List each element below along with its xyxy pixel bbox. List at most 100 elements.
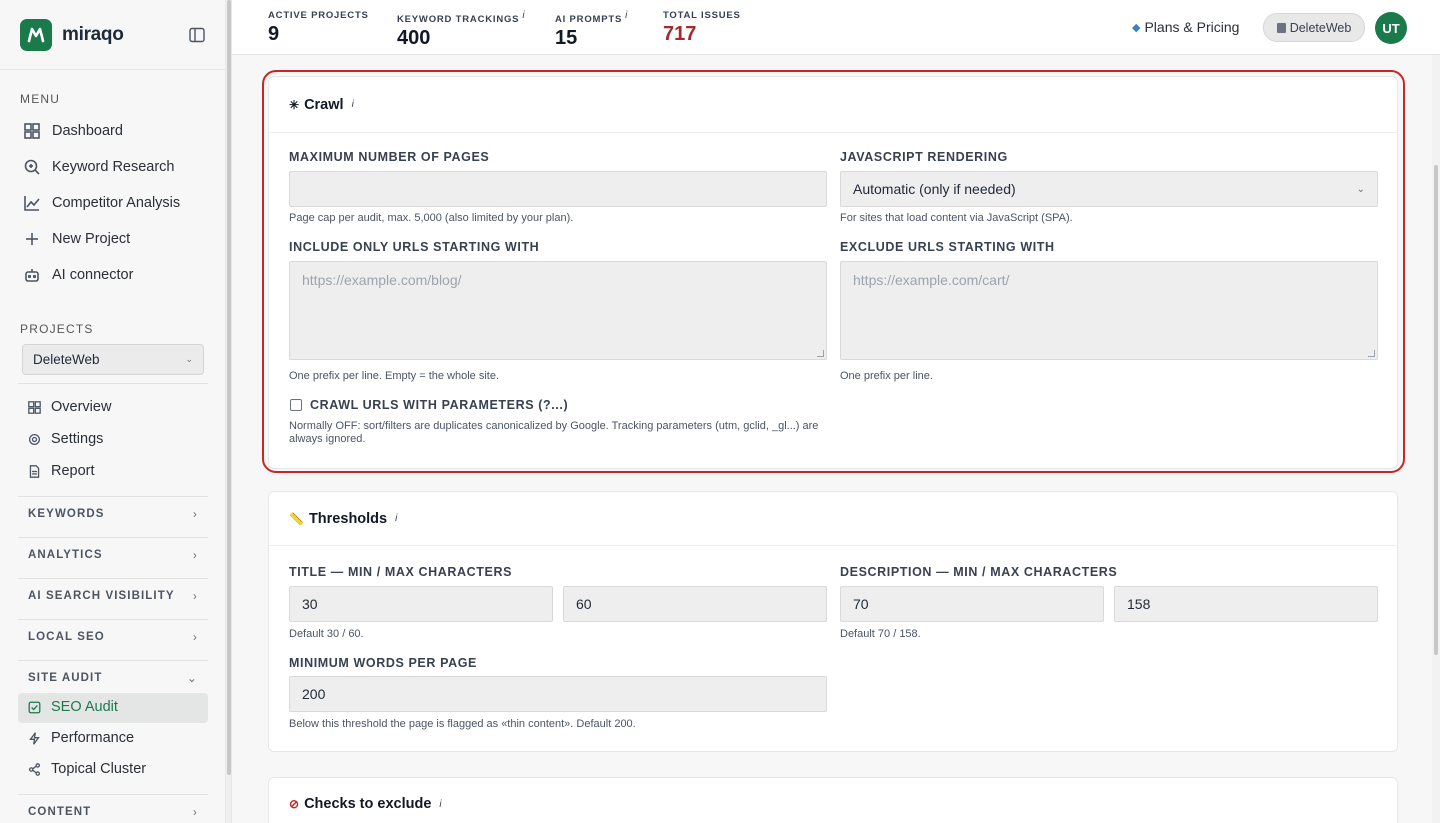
sidebar-scrollbar[interactable] [226, 0, 232, 823]
description-length-help: Default 70 / 158. [840, 628, 921, 640]
nav-label: Dashboard [52, 123, 123, 139]
sidebar-item-label: Overview [51, 399, 112, 415]
nav-label: Keyword Research [52, 159, 175, 175]
chevron-right-icon: › [192, 548, 198, 562]
stat-label: AI PROMPTS [555, 14, 623, 26]
group-keywords[interactable]: KEYWORDS › [28, 507, 198, 521]
card-title: Checks to exclude [304, 796, 432, 812]
exclude-urls-textarea[interactable]: https://example.com/cart/ [840, 261, 1378, 360]
menu-label: MENU [20, 92, 61, 106]
project-select[interactable]: DeleteWeb ⌄ [22, 344, 204, 375]
divider [18, 383, 208, 384]
max-pages-input[interactable] [289, 171, 827, 207]
nav-competitor-analysis[interactable]: Competitor Analysis [24, 191, 180, 215]
project-select-value: DeleteWeb [33, 352, 100, 367]
brand: miraqo [0, 0, 225, 70]
plans-label: Plans & Pricing [1144, 19, 1240, 35]
stat-active-projects: ACTIVE PROJECTS 9 [268, 10, 369, 46]
divider [18, 794, 208, 795]
topbar: ACTIVE PROJECTS 9 KEYWORD TRACKINGS i 400… [232, 0, 1440, 55]
sidebar-item-overview[interactable]: Overview [28, 399, 111, 415]
chevron-down-icon: ⌄ [185, 354, 193, 364]
divider [18, 537, 208, 538]
stat-label: TOTAL ISSUES [663, 10, 741, 21]
info-icon[interactable]: i [395, 513, 397, 524]
info-icon[interactable]: i [439, 799, 441, 810]
check-square-icon [28, 701, 41, 713]
max-pages-label: MAXIMUM NUMBER OF PAGES [289, 150, 490, 164]
ruler-icon: 📏 [289, 511, 304, 526]
group-site-audit[interactable]: SITE AUDIT ⌄ [28, 671, 198, 685]
workspace-button[interactable]: DeleteWeb [1263, 13, 1365, 42]
crawl-params-label[interactable]: CRAWL URLS WITH PARAMETERS (?...) [310, 398, 568, 412]
nav-ai-connector[interactable]: AI connector [24, 263, 133, 287]
stat-value: 717 [663, 23, 697, 45]
nav-dashboard[interactable]: Dashboard [24, 119, 123, 143]
group-label: SITE AUDIT [28, 672, 103, 684]
group-analytics[interactable]: ANALYTICS › [28, 548, 198, 562]
chevron-right-icon: › [192, 589, 198, 603]
group-content[interactable]: CONTENT › [28, 805, 198, 819]
sidebar-item-performance[interactable]: Performance [28, 730, 134, 746]
min-words-input[interactable]: 200 [289, 676, 827, 712]
include-urls-help: One prefix per line. Empty = the whole s… [289, 370, 500, 382]
sidebar: miraqo MENU Dashboard Keyword Research C… [0, 0, 226, 823]
js-rendering-label: JAVASCRIPT RENDERING [840, 150, 1008, 164]
stat-total-issues: TOTAL ISSUES 717 [663, 10, 741, 46]
sidebar-item-seo-audit[interactable]: SEO Audit [28, 699, 118, 715]
crawl-params-help: Normally OFF: sort/filters are duplicate… [289, 420, 819, 445]
bolt-icon [29, 731, 40, 745]
group-label: AI SEARCH VISIBILITY [28, 590, 175, 602]
chevron-right-icon: › [192, 630, 198, 644]
group-label: CONTENT [28, 806, 92, 818]
group-label: ANALYTICS [28, 549, 103, 561]
group-local-seo[interactable]: LOCAL SEO › [28, 630, 198, 644]
chevron-right-icon: › [192, 805, 198, 819]
description-max-input[interactable]: 158 [1114, 586, 1378, 622]
sidebar-item-label: Topical Cluster [51, 761, 147, 777]
sidebar-item-label: SEO Audit [51, 699, 118, 715]
group-label: KEYWORDS [28, 508, 105, 520]
scrollbar-thumb[interactable] [227, 0, 231, 775]
divider [18, 619, 208, 620]
description-length-label: DESCRIPTION — MIN / MAX CHARACTERS [840, 565, 1118, 579]
crawl-params-checkbox[interactable] [290, 399, 302, 411]
sidebar-item-settings[interactable]: Settings [28, 431, 103, 447]
nav-keyword-research[interactable]: Keyword Research [24, 155, 175, 179]
stat-value: 400 [397, 27, 431, 50]
main-scrollbar[interactable] [1432, 55, 1440, 823]
sidebar-item-topical-cluster[interactable]: Topical Cluster [28, 761, 146, 777]
prohibited-icon: ⊘ [289, 797, 300, 811]
search-icon [24, 159, 40, 175]
title-max-input[interactable]: 60 [563, 586, 827, 622]
nav-new-project[interactable]: New Project [24, 227, 130, 251]
title-min-input[interactable]: 30 [289, 586, 553, 622]
chevron-right-icon: › [192, 507, 198, 521]
stat-ai-prompts: AI PROMPTS i 15 [555, 10, 628, 50]
stat-value: 15 [555, 27, 578, 50]
sidebar-item-report[interactable]: Report [28, 463, 95, 479]
include-urls-label: INCLUDE ONLY URLS STARTING WITH [289, 240, 540, 254]
workspace-label: DeleteWeb [1289, 20, 1352, 35]
scrollbar-thumb[interactable] [1434, 165, 1438, 655]
nav-label: AI connector [52, 267, 134, 283]
stat-value: 9 [268, 23, 280, 45]
logo-icon[interactable] [20, 18, 52, 51]
js-rendering-value: Automatic (only if needed) [853, 181, 1016, 197]
js-rendering-select[interactable]: Automatic (only if needed) ⌄ [840, 171, 1378, 207]
include-urls-textarea[interactable]: https://example.com/blog/ [289, 261, 827, 360]
grid-icon [28, 400, 41, 414]
grid-icon [24, 123, 40, 139]
sidebar-item-label: Settings [51, 431, 104, 447]
description-min-input[interactable]: 70 [840, 586, 1104, 622]
stat-label: ACTIVE PROJECTS [268, 10, 369, 21]
checks-card-header: ⊘ Checks to exclude i [269, 778, 1397, 823]
plans-pricing-link[interactable]: ◆ Plans & Pricing [1132, 19, 1239, 35]
divider [18, 496, 208, 497]
group-ai-search-visibility[interactable]: AI SEARCH VISIBILITY › [28, 589, 198, 603]
info-icon[interactable]: i [625, 10, 628, 21]
sidebar-toggle-icon[interactable] [189, 27, 205, 43]
avatar[interactable]: UT [1375, 12, 1407, 44]
info-icon[interactable]: i [522, 10, 525, 21]
title-length-help: Default 30 / 60. [289, 628, 364, 640]
